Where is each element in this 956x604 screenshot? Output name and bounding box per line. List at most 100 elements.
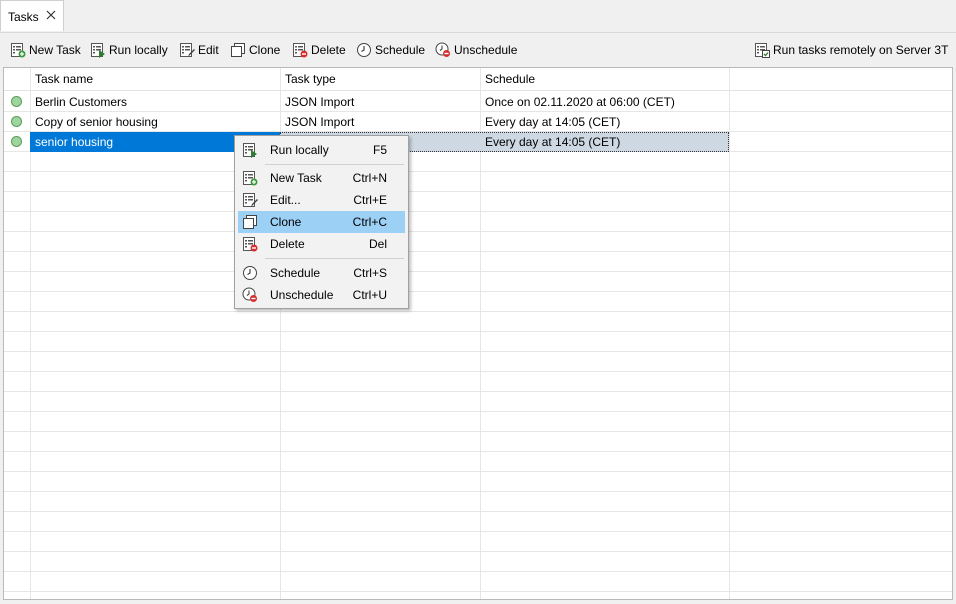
clock-icon bbox=[357, 43, 371, 57]
clone-button[interactable]: Clone bbox=[230, 40, 280, 60]
grid-row-line bbox=[4, 511, 952, 512]
grid-row-line bbox=[4, 171, 952, 172]
grid-row-line bbox=[4, 291, 952, 292]
schedule-label: Schedule bbox=[375, 43, 426, 57]
menu-separator bbox=[265, 258, 404, 259]
column-header-task-type[interactable]: Task type bbox=[285, 72, 336, 86]
new-task-label: New Task bbox=[29, 43, 81, 57]
run-remote-label: Run tasks remotely on Server 3T bbox=[773, 43, 949, 57]
menu-item-edit[interactable]: Edit... Ctrl+E bbox=[238, 189, 405, 211]
context-menu: Run locally F5 New Task Ctrl+N Edit... C… bbox=[234, 135, 409, 309]
edit-icon bbox=[179, 42, 195, 57]
table-row[interactable]: Berlin Customers JSON Import Once on 02.… bbox=[4, 92, 952, 112]
delete-icon bbox=[292, 42, 308, 58]
edit-button[interactable]: Edit bbox=[179, 40, 219, 60]
clone-icon bbox=[243, 215, 257, 229]
grid-header: Task name Task type Schedule bbox=[4, 68, 952, 91]
menu-item-shortcut: Ctrl+N bbox=[352, 171, 387, 185]
menu-item-label: Schedule bbox=[270, 266, 321, 280]
new-task-icon bbox=[242, 170, 258, 186]
run-remote-button[interactable]: Run tasks remotely on Server 3T bbox=[754, 40, 948, 60]
new-task-button[interactable]: New Task bbox=[10, 40, 81, 60]
task-name-cell: Copy of senior housing bbox=[35, 115, 158, 129]
grid-row-line bbox=[4, 571, 952, 572]
grid-row-line bbox=[4, 191, 952, 192]
grid-row-line bbox=[4, 311, 952, 312]
unschedule-label: Unschedule bbox=[454, 43, 518, 57]
menu-item-clone[interactable]: Clone Ctrl+C bbox=[238, 211, 405, 233]
grid-row-line bbox=[4, 551, 952, 552]
menu-item-label: New Task bbox=[270, 171, 322, 185]
menu-item-label: Edit... bbox=[270, 193, 301, 207]
menu-item-label: Run locally bbox=[270, 143, 329, 157]
clock-icon bbox=[243, 266, 257, 280]
grid-row-line bbox=[4, 391, 952, 392]
run-locally-button[interactable]: Run locally bbox=[90, 40, 168, 60]
task-type-cell: JSON Import bbox=[285, 115, 355, 129]
tab-strip: Tasks bbox=[0, 0, 956, 33]
run-remote-icon bbox=[754, 42, 770, 58]
status-indicator-icon bbox=[11, 116, 22, 127]
grid-row-line bbox=[4, 431, 952, 432]
grid-row-line bbox=[4, 331, 952, 332]
grid-row-line bbox=[4, 531, 952, 532]
menu-item-shortcut: Ctrl+C bbox=[352, 215, 387, 229]
grid-row-line bbox=[4, 231, 952, 232]
menu-separator bbox=[265, 164, 404, 165]
delete-button[interactable]: Delete bbox=[292, 40, 346, 60]
menu-item-new-task[interactable]: New Task Ctrl+N bbox=[238, 167, 405, 189]
unschedule-icon bbox=[242, 287, 257, 302]
edit-label: Edit bbox=[198, 43, 219, 57]
toolbar: New Task Run locally Edit Clone Delete S… bbox=[0, 33, 956, 66]
new-task-icon bbox=[10, 42, 26, 58]
grid-row-line bbox=[4, 211, 952, 212]
grid-row-line bbox=[4, 271, 952, 272]
menu-item-run-locally[interactable]: Run locally F5 bbox=[238, 139, 405, 161]
tab-tasks-label: Tasks bbox=[8, 10, 39, 24]
menu-item-shortcut: Ctrl+S bbox=[353, 266, 387, 280]
menu-item-shortcut: F5 bbox=[372, 143, 387, 157]
task-grid[interactable]: Task name Task type Schedule Berlin Cust… bbox=[3, 67, 953, 600]
run-locally-icon bbox=[242, 142, 257, 158]
menu-item-shortcut: Ctrl+E bbox=[353, 193, 387, 207]
task-type-cell: JSON Import bbox=[285, 95, 355, 109]
menu-item-label: Clone bbox=[270, 215, 302, 229]
close-icon[interactable] bbox=[45, 9, 57, 21]
grid-row-line bbox=[4, 451, 952, 452]
status-indicator-icon bbox=[11, 136, 22, 147]
menu-item-schedule[interactable]: Schedule Ctrl+S bbox=[238, 262, 405, 284]
menu-item-delete[interactable]: Delete Del bbox=[238, 233, 405, 255]
unschedule-button[interactable]: Unschedule bbox=[435, 40, 517, 60]
delete-label: Delete bbox=[311, 43, 346, 57]
menu-item-shortcut: Del bbox=[368, 237, 387, 251]
grid-row-line bbox=[4, 371, 952, 372]
tab-tasks[interactable]: Tasks bbox=[0, 0, 64, 31]
task-name-cell: Berlin Customers bbox=[35, 95, 128, 109]
schedule-cell: Every day at 14:05 (CET) bbox=[485, 135, 621, 149]
grid-row-line bbox=[4, 491, 952, 492]
schedule-button[interactable]: Schedule bbox=[356, 40, 425, 60]
menu-item-label: Delete bbox=[270, 237, 305, 251]
grid-row-line bbox=[4, 251, 952, 252]
menu-item-shortcut: Ctrl+U bbox=[352, 288, 387, 302]
status-indicator-icon bbox=[11, 96, 22, 107]
unschedule-icon bbox=[435, 42, 450, 57]
run-locally-label: Run locally bbox=[109, 43, 168, 57]
menu-item-label: Unschedule bbox=[270, 288, 334, 302]
schedule-cell: Every day at 14:05 (CET) bbox=[485, 115, 621, 129]
column-header-task-name[interactable]: Task name bbox=[35, 72, 93, 86]
clone-label: Clone bbox=[249, 43, 281, 57]
edit-icon bbox=[242, 192, 258, 207]
task-name-cell: senior housing bbox=[35, 135, 114, 149]
run-locally-icon bbox=[90, 42, 105, 58]
schedule-cell: Once on 02.11.2020 at 06:00 (CET) bbox=[485, 95, 675, 109]
grid-row-line bbox=[4, 351, 952, 352]
table-row-selected[interactable]: senior housing JSON Import Every day at … bbox=[4, 132, 952, 152]
delete-icon bbox=[242, 236, 258, 252]
clone-icon bbox=[231, 43, 245, 57]
grid-row-line bbox=[4, 591, 952, 592]
column-header-schedule[interactable]: Schedule bbox=[485, 72, 535, 86]
grid-row-line bbox=[4, 471, 952, 472]
table-row[interactable]: Copy of senior housing JSON Import Every… bbox=[4, 112, 952, 132]
menu-item-unschedule[interactable]: Unschedule Ctrl+U bbox=[238, 284, 405, 306]
